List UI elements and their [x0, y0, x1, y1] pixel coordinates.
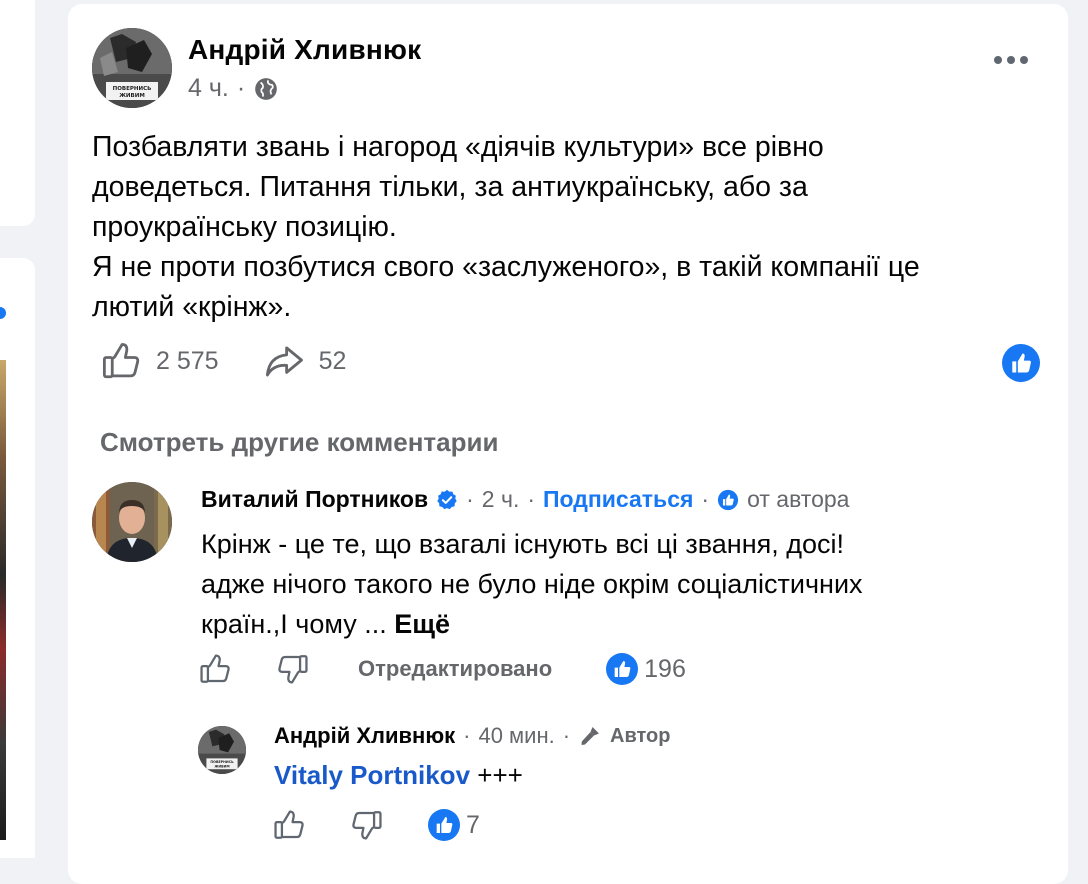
comment2-avatar[interactable]: ПОВЕРНИСЬ ЖИВИМ: [198, 726, 246, 774]
like-icon: [102, 343, 140, 379]
side-panel-top: [0, 0, 35, 226]
meta-separator: ·: [527, 486, 536, 512]
comment2-reaction-count: 7: [466, 810, 480, 839]
more-options-icon[interactable]: [994, 56, 1028, 64]
post-card: ПОВЕРНИСЬ ЖИВИМ Андрій Хливнюк 4 ч. · По…: [68, 4, 1068, 884]
comment1-reactions[interactable]: 196: [606, 653, 686, 685]
post-author-name[interactable]: Андрій Хливнюк: [188, 34, 421, 66]
comment1-author[interactable]: Виталий Портников: [201, 486, 428, 513]
post-text: Позбавляти звань і нагород «діячів культ…: [92, 127, 1052, 327]
svg-text:ПОВЕРНИСЬ: ПОВЕРНИСЬ: [210, 760, 234, 764]
verified-badge-icon: [437, 489, 457, 509]
meta-separator: ·: [463, 723, 471, 748]
comment-dislike-icon[interactable]: [350, 808, 384, 842]
post-text-line: проукраїнську позицію.: [92, 211, 397, 243]
like-badge-icon[interactable]: [1002, 344, 1040, 382]
microphone-icon: [581, 727, 600, 745]
author-badge: Автор: [610, 724, 671, 747]
post-time[interactable]: 4 ч.: [188, 74, 229, 103]
meta-separator: ·: [236, 74, 246, 102]
comment1-text: Крінж - це те, що взагалі існують всі ці…: [201, 524, 1021, 644]
comment1-reaction-count: 196: [644, 654, 686, 683]
comment1-text-line: Крінж - це те, що взагалі існують всі ці…: [201, 529, 845, 559]
comment-like-icon[interactable]: [198, 652, 232, 686]
comment2-time[interactable]: 40 мин.: [478, 723, 554, 749]
comment-like-icon[interactable]: [272, 808, 306, 842]
globe-icon: [255, 77, 277, 100]
meta-separator: ·: [466, 486, 474, 512]
comment1-text-line: країн.,І чому ...: [201, 609, 387, 639]
comment1-time[interactable]: 2 ч.: [482, 486, 520, 513]
see-more-link[interactable]: Ещё: [394, 609, 450, 639]
svg-text:ПОВЕРНИСЬ: ПОВЕРНИСЬ: [113, 86, 152, 92]
liked-by-author-label: от автора: [747, 486, 850, 512]
like-button[interactable]: 2 575: [100, 340, 219, 382]
shares-count: 52: [318, 346, 347, 375]
post-actions: 2 575 52: [100, 340, 390, 382]
view-more-comments-link[interactable]: Смотреть другие комментарии: [100, 427, 498, 458]
meta-separator: ·: [562, 723, 571, 748]
comment2-body: +++: [477, 760, 523, 790]
like-reaction-icon: [428, 809, 460, 841]
author-like-icon: [717, 489, 739, 510]
post-text-line: лютий «крінж».: [92, 291, 292, 323]
likes-count: 2 575: [156, 346, 219, 375]
comment2-reactions[interactable]: 7: [428, 809, 480, 841]
follow-button[interactable]: Подписаться: [543, 486, 693, 513]
like-reaction-icon: [606, 653, 639, 685]
edited-label: Отредактировано: [358, 656, 553, 681]
comment2-header: Андрій Хливнюк · 40 мин. · Автор: [274, 723, 671, 749]
post-text-line: Я не проти позбутися свого «заслуженого»…: [92, 251, 920, 283]
post-text-line: доведеться. Питання тільки, за антиукраї…: [92, 171, 808, 203]
comment2-actions: 7: [272, 808, 480, 842]
post-text-line: Позбавляти звань і нагород «діячів культ…: [92, 131, 824, 163]
mention-link[interactable]: Vitaly Portnikov: [274, 760, 470, 790]
comment-dislike-icon[interactable]: [276, 652, 310, 686]
post-meta: 4 ч. ·: [188, 74, 279, 103]
comment1-avatar[interactable]: [92, 482, 172, 562]
comment1-text-line: адже нічого такого не було ніде окрім со…: [201, 569, 863, 599]
svg-text:ЖИВИМ: ЖИВИМ: [214, 764, 229, 768]
comment2-author[interactable]: Андрій Хливнюк: [274, 723, 455, 749]
comment1-header: Виталий Портников · 2 ч. · Подписаться ·…: [201, 486, 849, 513]
share-icon: [265, 346, 303, 377]
comment1-actions: Отредактировано 196: [198, 652, 686, 686]
svg-text:ЖИВИМ: ЖИВИМ: [119, 93, 145, 99]
share-button[interactable]: 52: [263, 340, 347, 382]
side-panel-image-strip: [0, 360, 6, 840]
post-author-avatar[interactable]: ПОВЕРНИСЬ ЖИВИМ: [92, 28, 172, 108]
meta-separator: ·: [701, 486, 710, 512]
comment2-text: Vitaly Portnikov +++: [274, 760, 523, 791]
